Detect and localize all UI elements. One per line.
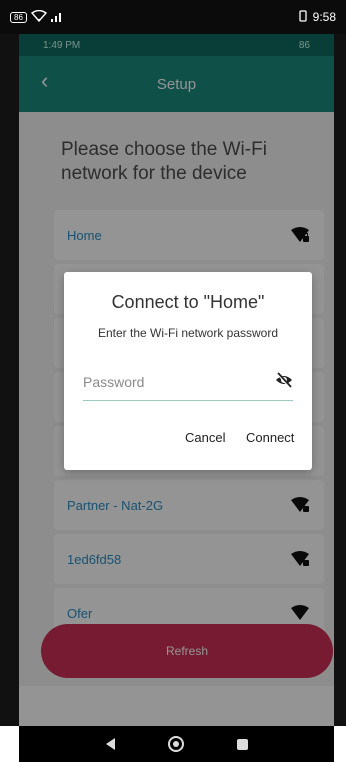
wifi-icon [30,9,47,25]
right-bezel [334,34,346,726]
host-clock: 9:58 [312,10,336,24]
dialog-title: Connect to "Home" [111,292,265,312]
visibility-off-icon[interactable] [275,371,293,389]
nav-recents-icon[interactable] [236,738,248,750]
signal-icon [50,10,64,25]
system-nav-bar [19,726,334,762]
vibrate-icon [297,9,309,25]
nav-home-icon[interactable] [167,736,184,752]
connect-dialog: Connect to "Home" Enter the Wi-Fi networ… [64,272,312,470]
connect-button[interactable]: Connect [246,430,294,445]
password-input[interactable] [83,371,263,393]
left-bezel [0,34,19,726]
battery-icon: 86 [10,11,27,23]
nav-back-icon[interactable] [105,738,115,750]
password-field [83,367,293,401]
app-screen: 1:49 PM 86 ‹ Setup Please choose the Wi-… [19,34,334,726]
phone-frame: 86 9:58 1:49 PM 86 ‹ Setup Please choose… [0,0,346,762]
dialog-subtitle: Enter the Wi-Fi network password [97,326,279,340]
host-status-bar: 86 9:58 [0,0,346,34]
cancel-button[interactable]: Cancel [185,430,225,445]
